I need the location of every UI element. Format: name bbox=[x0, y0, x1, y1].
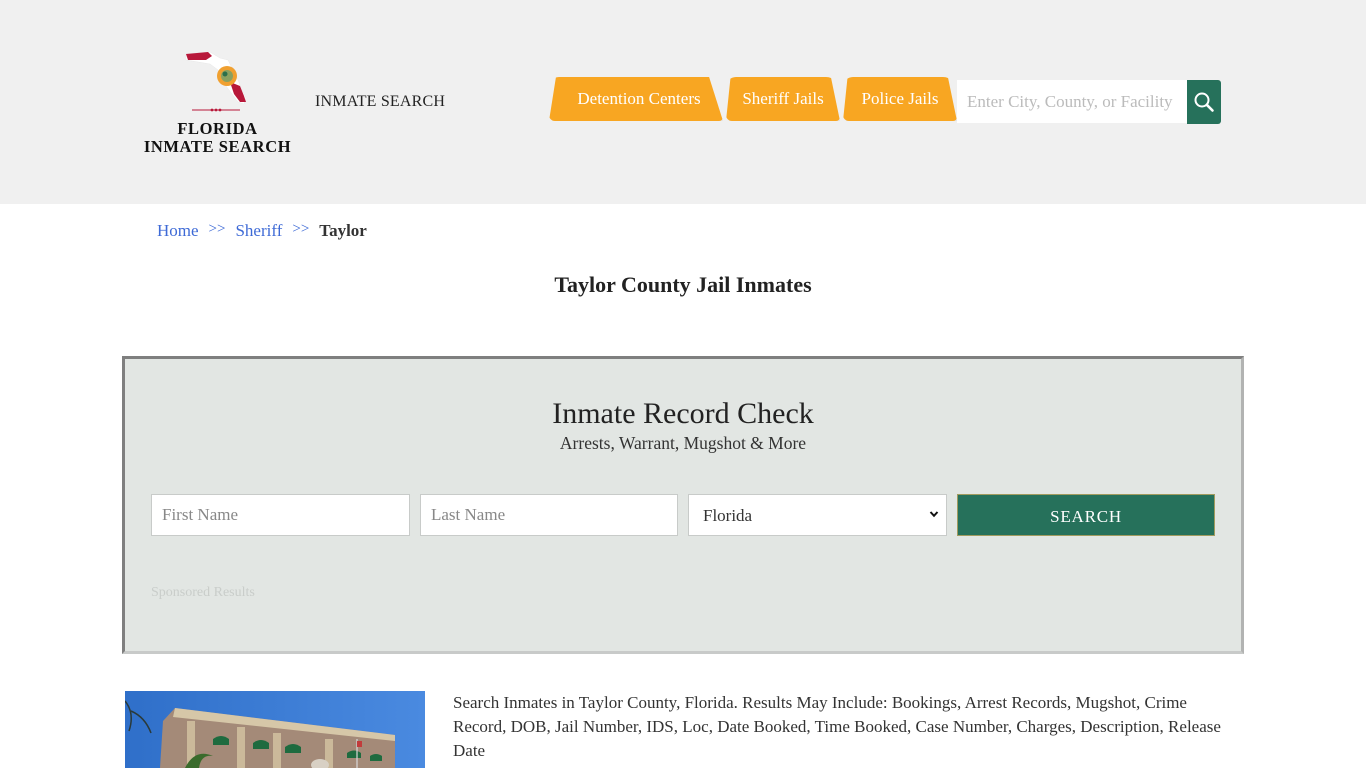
breadcrumb-current: Taylor bbox=[319, 221, 367, 240]
facility-search-input[interactable] bbox=[957, 80, 1189, 123]
record-check-subtitle: Arrests, Warrant, Mugshot & More bbox=[559, 433, 807, 453]
record-search-button[interactable]: SEARCH bbox=[957, 494, 1215, 536]
main-nav: Detention Centers Sheriff Jails Police J… bbox=[549, 77, 960, 121]
facility-photo bbox=[125, 691, 425, 768]
county-description: Search Inmates in Taylor County, Florida… bbox=[453, 693, 1221, 760]
site-logo[interactable]: FLORIDA INMATE SEARCH bbox=[140, 42, 295, 162]
jail-building-image bbox=[125, 691, 425, 768]
page-title: Taylor County Jail Inmates bbox=[554, 272, 812, 297]
site-header: FLORIDA INMATE SEARCH INMATE SEARCH Dete… bbox=[0, 0, 1366, 204]
florida-map-flag-icon bbox=[185, 51, 247, 112]
last-name-input[interactable] bbox=[420, 494, 678, 536]
breadcrumb-home[interactable]: Home bbox=[157, 221, 199, 241]
search-icon bbox=[1194, 92, 1214, 112]
brand-link[interactable]: INMATE SEARCH bbox=[315, 93, 445, 111]
breadcrumb: Home >> Sheriff >> Taylor bbox=[157, 221, 367, 241]
breadcrumb-separator: >> bbox=[208, 221, 226, 237]
breadcrumb-separator: >> bbox=[292, 221, 310, 237]
facility-search-button[interactable] bbox=[1187, 80, 1221, 124]
record-check-title: Inmate Record Check bbox=[552, 397, 814, 430]
first-name-input[interactable] bbox=[151, 494, 410, 536]
nav-tab-police-jails[interactable]: Police Jails bbox=[843, 77, 957, 121]
logo-line-2: INMATE SEARCH bbox=[143, 137, 292, 156]
logo-line-1: FLORIDA bbox=[177, 119, 258, 138]
breadcrumb-sheriff[interactable]: Sheriff bbox=[235, 221, 282, 241]
inmate-record-check-panel: Inmate Record Check Arrests, Warrant, Mu… bbox=[122, 356, 1244, 654]
nav-tab-detention-centers[interactable]: Detention Centers bbox=[549, 77, 723, 121]
nav-tab-sheriff-jails[interactable]: Sheriff Jails bbox=[726, 77, 840, 121]
state-select[interactable]: Florida bbox=[688, 494, 947, 536]
logo-text: FLORIDA INMATE SEARCH bbox=[140, 120, 295, 156]
sponsored-results-label: Sponsored Results bbox=[151, 585, 255, 600]
